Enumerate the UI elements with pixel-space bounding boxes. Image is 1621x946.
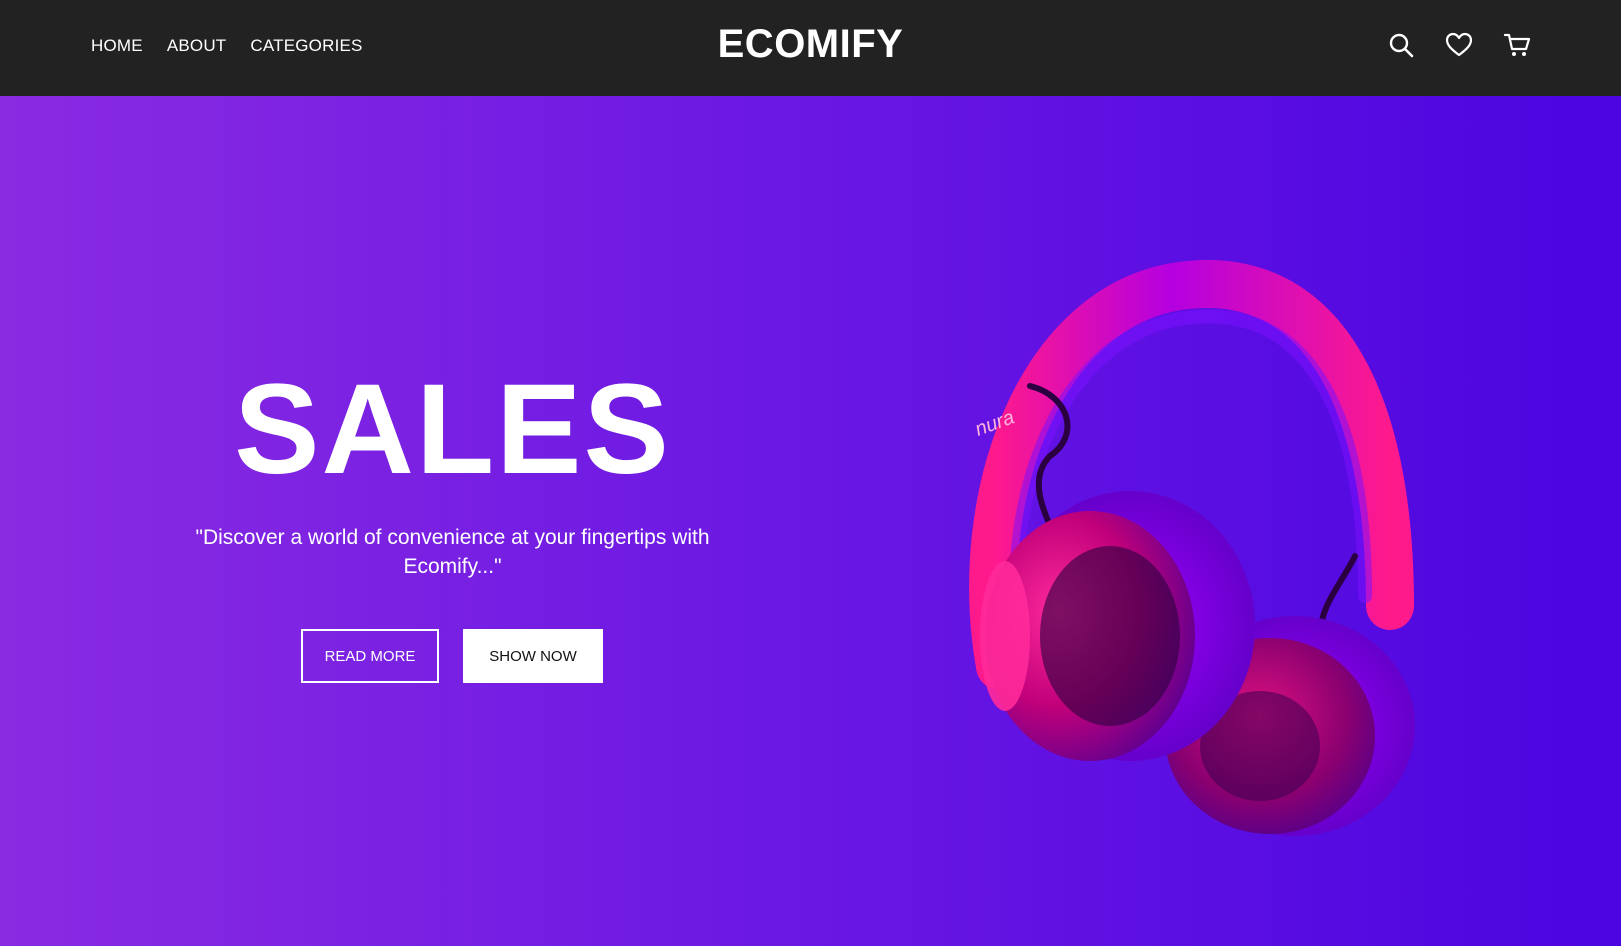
cart-icon[interactable]	[1503, 30, 1531, 60]
brand-logo[interactable]: ECOMIFY	[0, 22, 1621, 67]
hero-title: SALES	[234, 358, 671, 501]
heart-icon[interactable]	[1445, 30, 1473, 60]
show-now-button[interactable]: SHOW NOW	[463, 629, 603, 683]
search-icon[interactable]	[1387, 30, 1415, 60]
top-navbar: HOME ABOUT CATEGORIES ECOMIFY	[0, 0, 1621, 96]
nav-icon-group	[1387, 30, 1531, 60]
hero-tagline: "Discover a world of convenience at your…	[195, 526, 710, 578]
read-more-button[interactable]: READ MORE	[301, 629, 439, 683]
hero-banner: SALES "Discover a world of convenience a…	[0, 96, 1621, 946]
headphones-image: nura	[969, 260, 1415, 836]
